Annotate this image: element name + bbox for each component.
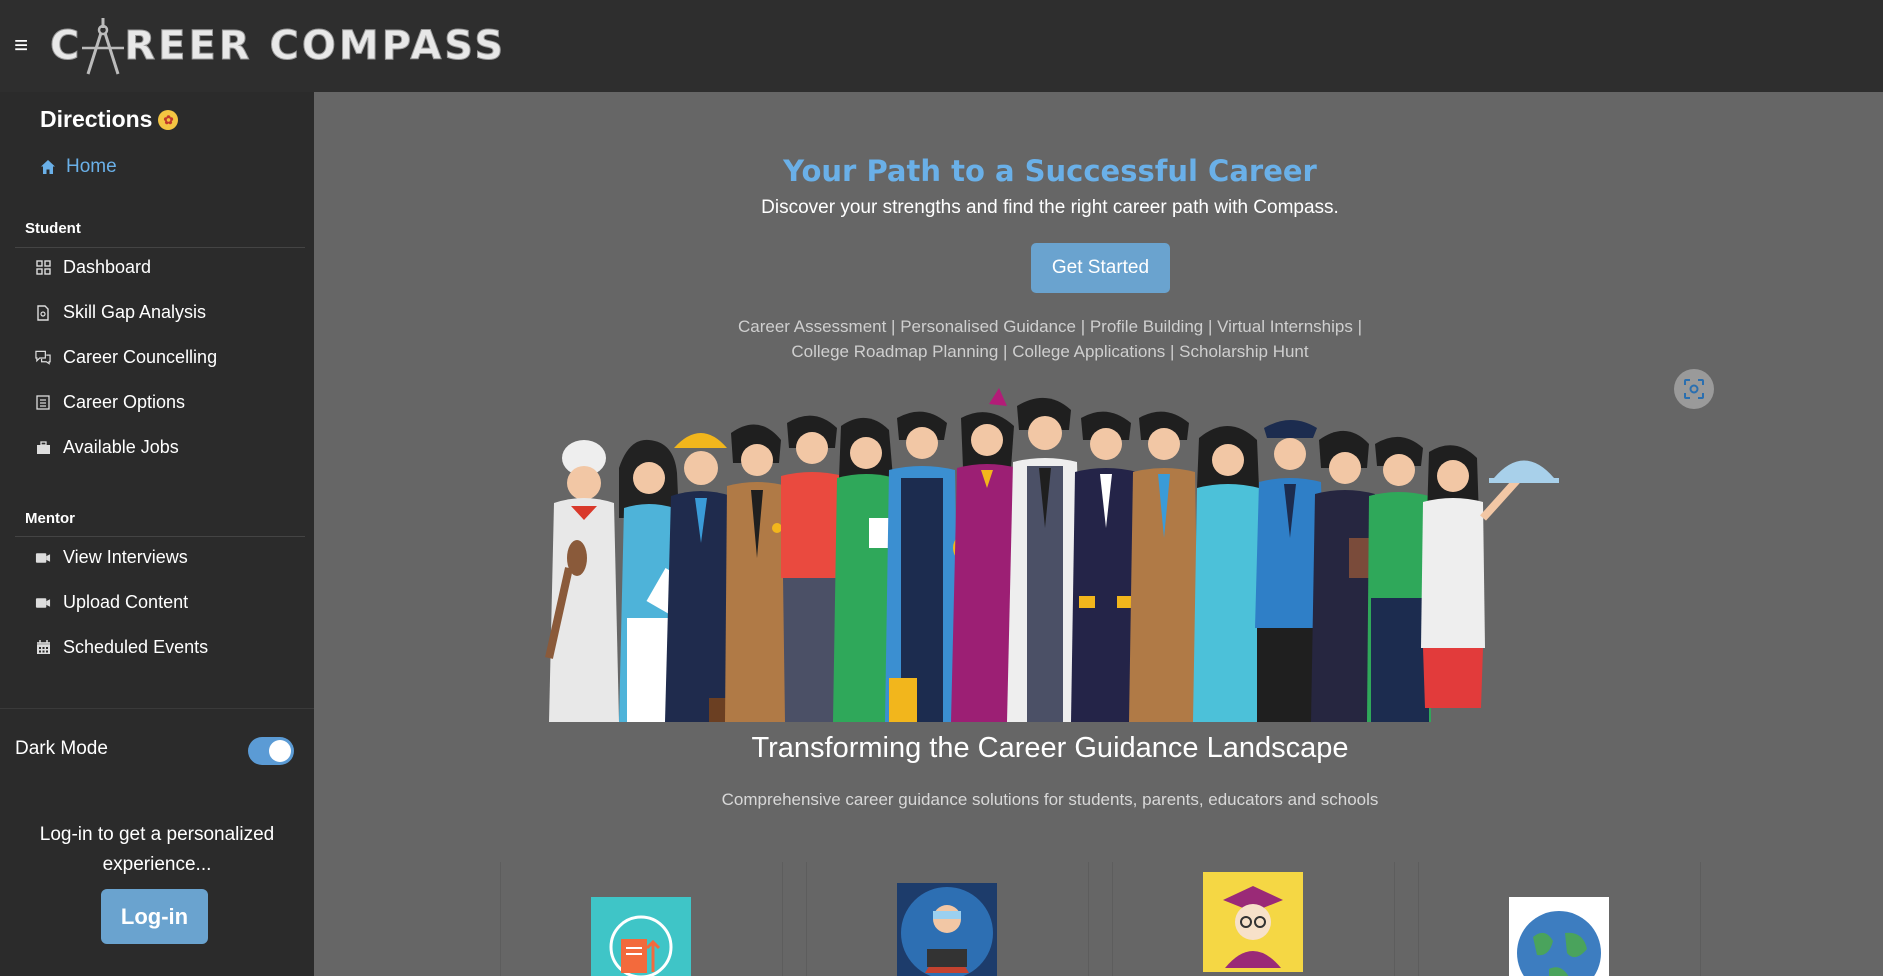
section-label-student: Student: [25, 220, 81, 237]
section-divider: [15, 536, 305, 537]
chat-icon: [35, 350, 51, 366]
person-waitress: [1421, 445, 1559, 708]
sidebar-item-view-interviews[interactable]: View Interviews: [35, 547, 188, 568]
sidebar: Directions ✿ Home Student Dashboard Skil…: [0, 92, 314, 976]
compass-icon: ✿: [158, 109, 179, 130]
services-list: Career Assessment | Personalised Guidanc…: [314, 314, 1786, 364]
sidebar-item-scheduled-events[interactable]: Scheduled Events: [35, 637, 208, 658]
login-button[interactable]: Log-in: [101, 889, 208, 944]
sidebar-item-available-jobs[interactable]: Available Jobs: [35, 437, 179, 458]
toggle-knob: [269, 740, 291, 762]
person-doctor: [1007, 397, 1083, 722]
document-icon: [35, 304, 51, 321]
list-icon: [35, 395, 51, 411]
sidebar-heading-text: Directions: [40, 106, 153, 132]
main-content: Your Path to a Successful Career Discove…: [314, 92, 1883, 976]
get-started-button[interactable]: Get Started: [1031, 243, 1170, 293]
home-icon: [41, 160, 55, 174]
sidebar-item-label: Upload Content: [63, 592, 189, 612]
dark-mode-toggle[interactable]: [248, 737, 294, 765]
sidebar-item-dashboard[interactable]: Dashboard: [35, 257, 151, 278]
sidebar-heading: Directions ✿: [40, 106, 179, 133]
person-casual: [781, 415, 843, 722]
app-logo[interactable]: C REER COMPASS: [49, 14, 507, 78]
hero-title: Your Path to a Successful Career: [783, 154, 1317, 188]
hero-subtitle: Discover your strengths and find the rig…: [761, 197, 1339, 218]
top-bar: ≡ C REER COMPASS: [0, 0, 1883, 92]
services-line-1: Career Assessment | Personalised Guidanc…: [738, 317, 1362, 336]
sidebar-item-label: Scheduled Events: [63, 637, 209, 657]
sidebar-item-label: Career Councelling: [63, 347, 218, 367]
video-icon: [35, 550, 51, 566]
graduate-icon: [1203, 872, 1303, 972]
sidebar-item-career-options[interactable]: Career Options: [35, 392, 185, 413]
feature-cards: [500, 862, 1712, 976]
person-chef: [545, 440, 619, 722]
robot-mentor-icon: [897, 883, 997, 976]
sidebar-item-skill-gap-analysis[interactable]: Skill Gap Analysis: [35, 302, 206, 323]
video-icon: [35, 595, 51, 611]
section-divider: [15, 247, 305, 248]
sidebar-item-label: Available Jobs: [63, 437, 179, 457]
hamburger-menu-icon[interactable]: ≡: [6, 32, 36, 60]
grid-icon: [35, 260, 51, 276]
document-upload-icon: [591, 897, 691, 976]
feature-card[interactable]: [1418, 862, 1701, 976]
login-prompt: Log-in to get a personalized experience.…: [39, 824, 275, 875]
feature-card[interactable]: [1112, 862, 1395, 976]
feature-card[interactable]: [806, 862, 1089, 976]
calendar-icon: [35, 640, 51, 656]
sidebar-item-home-label: Home: [66, 156, 117, 177]
sidebar-divider: [0, 708, 314, 709]
section-subtitle: Comprehensive career guidance solutions …: [721, 790, 1379, 809]
professionals-illustration: [545, 388, 1559, 722]
sidebar-item-career-councelling[interactable]: Career Councelling: [35, 347, 217, 368]
globe-icon: [1509, 897, 1609, 976]
person-ranger: [725, 424, 789, 722]
logo-text-right: REER COMPASS: [124, 23, 507, 70]
briefcase-icon: [35, 440, 51, 456]
section-title: Transforming the Career Guidance Landsca…: [751, 732, 1349, 764]
sidebar-item-label: Career Options: [63, 392, 186, 412]
sidebar-item-label: Dashboard: [63, 257, 152, 277]
section-label-mentor: Mentor: [25, 510, 75, 527]
sidebar-item-upload-content[interactable]: Upload Content: [35, 592, 188, 613]
person-receptionist: [1193, 425, 1263, 722]
sidebar-item-label: View Interviews: [63, 547, 188, 567]
feature-card[interactable]: [500, 862, 783, 976]
sidebar-item-home[interactable]: Home: [40, 156, 117, 178]
drafting-compass-icon: [82, 18, 125, 75]
sidebar-item-label: Skill Gap Analysis: [63, 302, 207, 322]
services-line-2: College Roadmap Planning | College Appli…: [791, 342, 1309, 361]
dark-mode-label: Dark Mode: [15, 738, 108, 759]
person-businessman: [1129, 411, 1199, 722]
